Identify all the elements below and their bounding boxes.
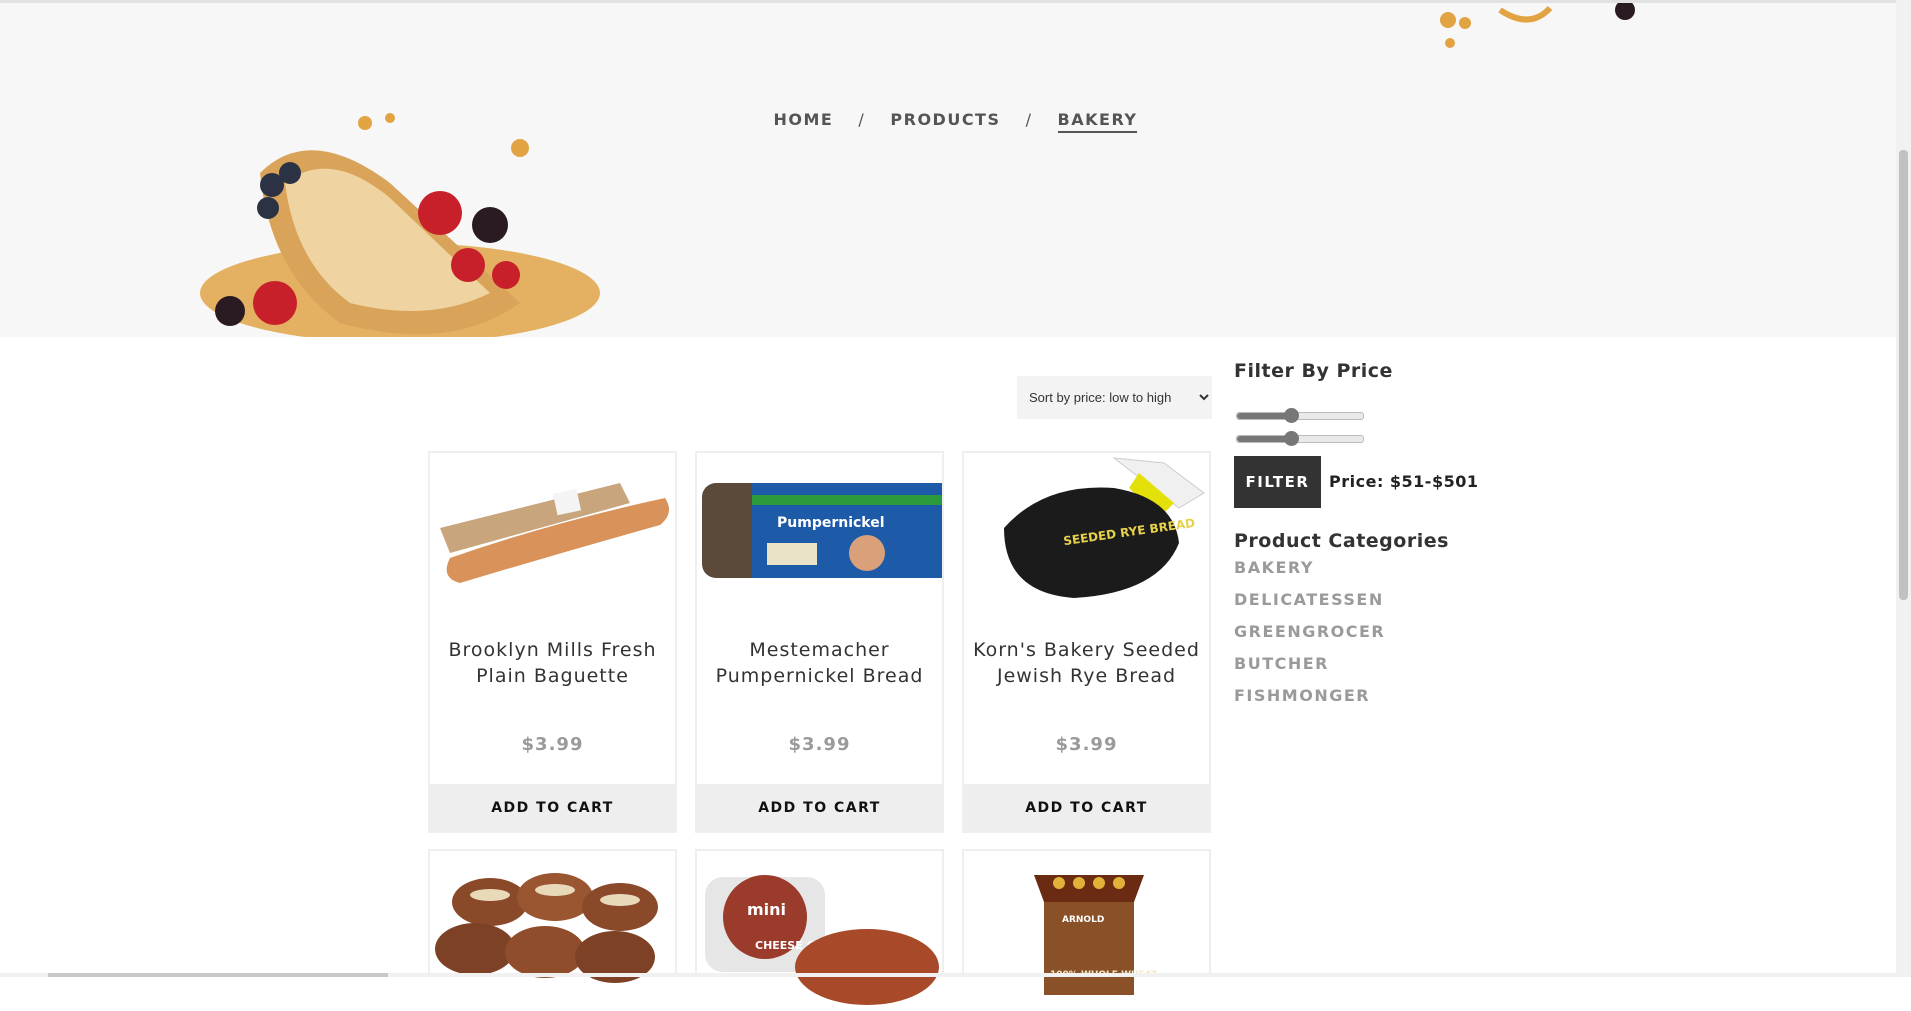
category-greengrocer[interactable]: GREENGROCER [1234, 622, 1385, 654]
product-title[interactable]: Mestemacher Pumpernickel Bread [705, 637, 934, 689]
product-price: $3.99 [788, 734, 851, 755]
mini-cheesecake-image: mini CHEESE CAKE [705, 875, 939, 1005]
product-card: Pumpernickel Mestemacher Pumpernickel Br… [695, 451, 944, 833]
breadcrumb-current-bakery[interactable]: BAKERY [1057, 110, 1138, 133]
breadcrumb-home-link[interactable]: HOME [774, 110, 834, 129]
product-card: Brooklyn Mills Fresh Plain Baguette $3.9… [428, 451, 677, 833]
pumpernickel-pack-text: Pumpernickel [777, 515, 885, 531]
price-min-slider[interactable] [1236, 408, 1364, 423]
arnold-wheat-bread-image: ARNOLD 100% WHOLE WHEAT [1034, 875, 1158, 995]
price-max-slider[interactable] [1236, 431, 1364, 446]
arnold-brand: ARNOLD [1062, 915, 1104, 925]
add-to-cart-button[interactable]: ADD TO CART [964, 784, 1209, 832]
rolls-image [435, 873, 658, 983]
scrollbar-thumb[interactable] [1899, 150, 1908, 600]
category-fishmonger[interactable]: FISHMONGER [1234, 686, 1385, 718]
breadcrumb: HOME / PRODUCTS / BAKERY [0, 110, 1911, 133]
page-hero: HOME / PRODUCTS / BAKERY [0, 3, 1911, 337]
add-to-cart-button[interactable]: ADD TO CART [430, 784, 675, 832]
rye-bread-image: SEEDED RYE BREAD [1004, 457, 1205, 598]
vertical-scrollbar[interactable] [1896, 0, 1911, 977]
product-card: SEEDED RYE BREAD Korn's Bakery Seeded Je… [962, 451, 1211, 833]
product-card: mini CHEESE CAKE [695, 849, 944, 1005]
product-title[interactable]: Korn's Bakery Seeded Jewish Rye Bread [972, 637, 1201, 689]
filter-button[interactable]: FILTER [1234, 456, 1321, 508]
add-to-cart-button[interactable]: ADD TO CART [697, 784, 942, 832]
category-delicatessen[interactable]: DELICATESSEN [1234, 590, 1385, 622]
pumpernickel-image: Pumpernickel [702, 483, 942, 578]
price-range-label: Price: $51-$501 [1329, 472, 1479, 491]
category-bakery[interactable]: BAKERY [1234, 558, 1385, 590]
slider-handle[interactable] [1284, 431, 1299, 446]
slider-handle[interactable] [1284, 408, 1299, 423]
breadcrumb-separator: / [1025, 110, 1033, 129]
sidebar: Filter By Price FILTER Price: $51-$501 P… [1234, 360, 1534, 705]
product-price: $3.99 [1055, 734, 1118, 755]
filter-by-price-title: Filter By Price [1234, 360, 1393, 382]
crepe-with-berries-illustration [200, 113, 600, 337]
sort-select[interactable]: Sort by price: low to high [1017, 376, 1212, 419]
cheesecake-label: mini [747, 900, 786, 919]
breadcrumb-separator: / [858, 110, 866, 129]
product-title[interactable]: Brooklyn Mills Fresh Plain Baguette [438, 637, 667, 689]
category-list: BAKERY DELICATESSEN GREENGROCER BUTCHER … [1234, 558, 1385, 718]
horizontal-scrollbar[interactable] [0, 973, 1896, 977]
baguette-image [440, 483, 669, 583]
product-price: $3.99 [521, 734, 584, 755]
product-card: ARNOLD 100% WHOLE WHEAT [962, 849, 1211, 995]
category-butcher[interactable]: BUTCHER [1234, 654, 1385, 686]
product-card [428, 849, 677, 983]
dessert-edge-illustration [1440, 3, 1635, 48]
product-categories-title: Product Categories [1234, 530, 1449, 552]
scrollbar-thumb[interactable] [48, 973, 388, 977]
breadcrumb-products-link[interactable]: PRODUCTS [890, 110, 1000, 129]
